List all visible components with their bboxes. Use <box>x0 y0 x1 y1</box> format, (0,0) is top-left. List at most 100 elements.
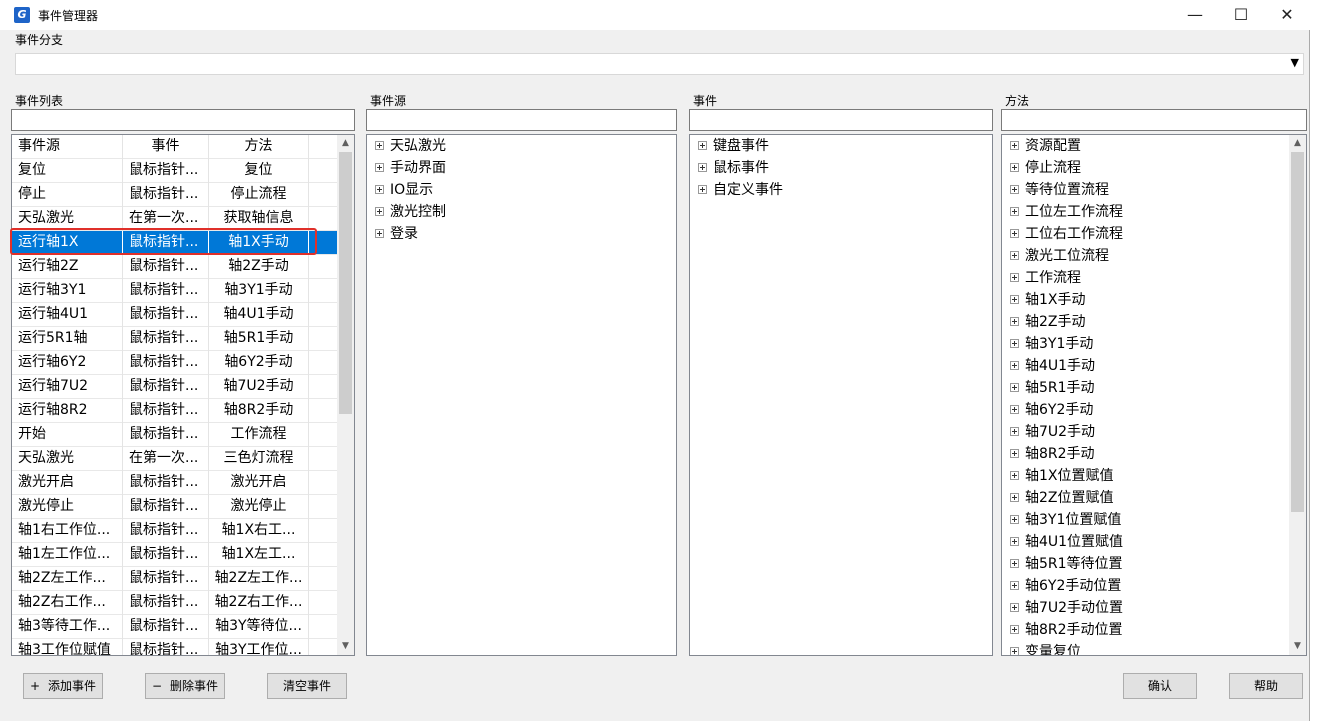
expand-plus-icon[interactable] <box>1010 581 1019 590</box>
table-row[interactable]: 激光开启 鼠标指针... 激光开启 <box>12 471 338 495</box>
expand-plus-icon[interactable] <box>1010 449 1019 458</box>
method-tree-item[interactable]: 轴6Y2手动位置 <box>1010 575 1121 597</box>
table-row[interactable]: 运行轴4U1 鼠标指针... 轴4U1手动 <box>12 303 338 327</box>
cell-method[interactable]: 轴1X右工... <box>209 519 309 543</box>
expand-plus-icon[interactable] <box>1010 185 1019 194</box>
cell-method[interactable]: 停止流程 <box>209 183 309 207</box>
method-tree-item[interactable]: 轴3Y1位置赋值 <box>1010 509 1121 531</box>
method-tree-item[interactable]: 激光工位流程 <box>1010 245 1109 267</box>
method-tree-item[interactable]: 变量复位 <box>1010 641 1081 655</box>
cell-event[interactable]: 鼠标指针... <box>123 231 209 255</box>
event-list-scrollbar[interactable]: ▲ ▼ <box>337 135 354 655</box>
methods-search-input[interactable] <box>1001 109 1307 131</box>
cell-source[interactable]: 停止 <box>12 183 123 207</box>
expand-plus-icon[interactable] <box>375 229 384 238</box>
events-search-input[interactable] <box>689 109 993 131</box>
method-tree-item[interactable]: 轴2Z手动 <box>1010 311 1086 333</box>
cell-method[interactable]: 轴7U2手动 <box>209 375 309 399</box>
help-button[interactable]: 帮助 <box>1229 673 1303 699</box>
expand-plus-icon[interactable] <box>375 207 384 216</box>
cell-source[interactable]: 轴2Z左工作... <box>12 567 123 591</box>
cell-method[interactable]: 轴8R2手动 <box>209 399 309 423</box>
table-row[interactable]: 轴1右工作位... 鼠标指针... 轴1X右工... <box>12 519 338 543</box>
table-row[interactable]: 开始 鼠标指针... 工作流程 <box>12 423 338 447</box>
table-row[interactable]: 轴3等待工作... 鼠标指针... 轴3Y等待位... <box>12 615 338 639</box>
header-method[interactable]: 方法 <box>209 135 309 159</box>
cell-method[interactable]: 轴3Y等待位... <box>209 615 309 639</box>
cell-method[interactable]: 激光停止 <box>209 495 309 519</box>
delete-event-button[interactable]: − 删除事件 <box>145 673 225 699</box>
expand-plus-icon[interactable] <box>1010 317 1019 326</box>
cell-event[interactable]: 鼠标指针... <box>123 495 209 519</box>
cell-event[interactable]: 鼠标指针... <box>123 159 209 183</box>
expand-plus-icon[interactable] <box>1010 471 1019 480</box>
expand-plus-icon[interactable] <box>375 163 384 172</box>
table-row[interactable]: 运行轴2Z 鼠标指针... 轴2Z手动 <box>12 255 338 279</box>
expand-plus-icon[interactable] <box>1010 383 1019 392</box>
header-source[interactable]: 事件源 <box>12 135 123 159</box>
event-list-search-input[interactable] <box>11 109 355 131</box>
method-tree-item[interactable]: 轴4U1手动 <box>1010 355 1095 377</box>
method-tree-item[interactable]: 轴5R1手动 <box>1010 377 1095 399</box>
scroll-up-icon[interactable]: ▲ <box>1289 135 1306 152</box>
cell-source[interactable]: 轴3工作位赋值 <box>12 639 123 655</box>
cell-source[interactable]: 天弘激光 <box>12 447 123 471</box>
table-row[interactable]: 运行轴8R2 鼠标指针... 轴8R2手动 <box>12 399 338 423</box>
cell-method[interactable]: 轴3Y1手动 <box>209 279 309 303</box>
expand-plus-icon[interactable] <box>698 163 707 172</box>
cell-event[interactable]: 鼠标指针... <box>123 639 209 655</box>
table-row[interactable]: 运行轴1X 鼠标指针... 轴1X手动 <box>12 231 338 255</box>
cell-event[interactable]: 鼠标指针... <box>123 567 209 591</box>
expand-plus-icon[interactable] <box>1010 163 1019 172</box>
cell-source[interactable]: 天弘激光 <box>12 207 123 231</box>
cell-method[interactable]: 三色灯流程 <box>209 447 309 471</box>
table-row[interactable]: 轴1左工作位... 鼠标指针... 轴1X左工... <box>12 543 338 567</box>
expand-plus-icon[interactable] <box>1010 405 1019 414</box>
expand-plus-icon[interactable] <box>1010 295 1019 304</box>
confirm-button[interactable]: 确认 <box>1123 673 1197 699</box>
table-row[interactable]: 天弘激光 在第一次... 三色灯流程 <box>12 447 338 471</box>
source-tree-item[interactable]: IO显示 <box>375 179 433 201</box>
cell-source[interactable]: 轴1左工作位... <box>12 543 123 567</box>
expand-plus-icon[interactable] <box>1010 603 1019 612</box>
method-tree-item[interactable]: 等待位置流程 <box>1010 179 1109 201</box>
method-tree-item[interactable]: 工位右工作流程 <box>1010 223 1123 245</box>
cell-method[interactable]: 轴2Z右工作... <box>209 591 309 615</box>
source-tree-item[interactable]: 登录 <box>375 223 418 245</box>
expand-plus-icon[interactable] <box>375 185 384 194</box>
expand-plus-icon[interactable] <box>1010 273 1019 282</box>
cell-source[interactable]: 运行轴2Z <box>12 255 123 279</box>
cell-event[interactable]: 在第一次... <box>123 207 209 231</box>
source-tree-item[interactable]: 天弘激光 <box>375 135 446 157</box>
event-tree-item[interactable]: 鼠标事件 <box>698 157 769 179</box>
method-tree-item[interactable]: 轴7U2手动 <box>1010 421 1095 443</box>
method-tree-item[interactable]: 工作流程 <box>1010 267 1081 289</box>
table-row[interactable]: 运行轴6Y2 鼠标指针... 轴6Y2手动 <box>12 351 338 375</box>
expand-plus-icon[interactable] <box>1010 229 1019 238</box>
scroll-up-icon[interactable]: ▲ <box>337 135 354 152</box>
maximize-button[interactable]: ☐ <box>1218 0 1264 30</box>
expand-plus-icon[interactable] <box>698 141 707 150</box>
expand-plus-icon[interactable] <box>1010 493 1019 502</box>
dropdown-arrow-icon[interactable]: ▼ <box>1291 56 1299 69</box>
expand-plus-icon[interactable] <box>1010 427 1019 436</box>
cell-event[interactable]: 鼠标指针... <box>123 591 209 615</box>
scrollbar-thumb[interactable] <box>339 152 352 414</box>
expand-plus-icon[interactable] <box>1010 361 1019 370</box>
cell-event[interactable]: 鼠标指针... <box>123 519 209 543</box>
expand-plus-icon[interactable] <box>698 185 707 194</box>
add-event-button[interactable]: + 添加事件 <box>23 673 103 699</box>
cell-method[interactable]: 轴4U1手动 <box>209 303 309 327</box>
cell-source[interactable]: 运行轴3Y1 <box>12 279 123 303</box>
event-source-search-input[interactable] <box>366 109 677 131</box>
method-tree-item[interactable]: 停止流程 <box>1010 157 1081 179</box>
methods-scrollbar[interactable]: ▲ ▼ <box>1289 135 1306 655</box>
method-tree-item[interactable]: 轴2Z位置赋值 <box>1010 487 1114 509</box>
expand-plus-icon[interactable] <box>1010 647 1019 655</box>
event-tree-item[interactable]: 自定义事件 <box>698 179 783 201</box>
method-tree-item[interactable]: 轴6Y2手动 <box>1010 399 1093 421</box>
cell-source[interactable]: 运行轴6Y2 <box>12 351 123 375</box>
events-tree[interactable]: 键盘事件 鼠标事件 自定义事件 <box>689 134 993 656</box>
table-row[interactable]: 运行轴3Y1 鼠标指针... 轴3Y1手动 <box>12 279 338 303</box>
expand-plus-icon[interactable] <box>1010 141 1019 150</box>
